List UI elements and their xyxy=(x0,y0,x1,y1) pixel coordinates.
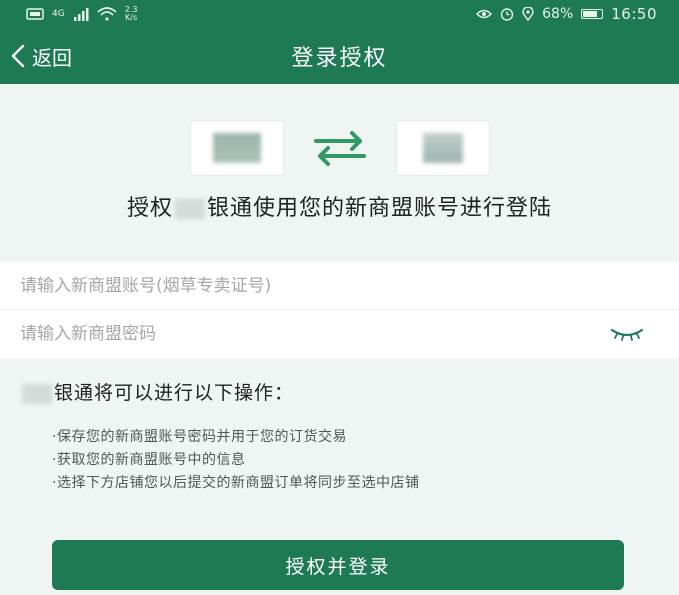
permissions-title-text: 银通将可以进行以下操作： xyxy=(54,382,295,404)
eye-comfort-icon xyxy=(476,9,493,19)
location-icon xyxy=(522,7,534,21)
eye-closed-icon[interactable] xyxy=(609,326,645,342)
status-bar-left: 4G 2.3 K/s xyxy=(26,6,137,22)
app-logo xyxy=(189,120,284,176)
auth-text-suffix: 银通使用您的新商盟账号进行登陆 xyxy=(207,196,553,221)
chevron-left-icon xyxy=(11,44,25,68)
status-bar: 4G 2.3 K/s 68% 16:50 xyxy=(0,0,679,28)
page-title: 登录授权 xyxy=(291,46,388,71)
battery-percent: 68% xyxy=(542,6,574,22)
authorization-description: 授权 银通使用您的新商盟账号进行登陆 xyxy=(0,190,679,222)
network-type: 4G xyxy=(52,9,65,19)
status-time: 16:50 xyxy=(611,5,657,23)
blurred-app-name xyxy=(175,199,205,219)
auth-text-prefix: 授权 xyxy=(126,196,173,221)
back-button[interactable]: 返回 xyxy=(8,36,72,76)
account-field-row xyxy=(0,262,679,310)
login-form xyxy=(0,262,679,358)
network-speed: 2.3 K/s xyxy=(125,6,138,22)
network-speed-unit: K/s xyxy=(125,13,138,22)
alarm-icon xyxy=(500,8,514,21)
status-bar-right: 68% 16:50 xyxy=(476,5,657,23)
blurred-app-name xyxy=(22,383,52,404)
signal-icon xyxy=(73,8,89,21)
partner-logo xyxy=(395,120,490,176)
password-input[interactable] xyxy=(20,324,580,344)
permissions-list: ·保存您的新商盟账号密码并用于您的订货交易 ·获取您的新商盟账号中的信息 ·选择… xyxy=(52,426,419,495)
wifi-icon xyxy=(97,7,117,21)
back-button-label: 返回 xyxy=(32,45,72,70)
nav-bar: 返回 登录授权 xyxy=(0,28,679,84)
swap-arrows-icon xyxy=(313,131,366,166)
password-field-row xyxy=(0,310,679,358)
sim-card-icon xyxy=(26,8,44,20)
logo-row xyxy=(0,118,679,178)
partner-logo-image xyxy=(422,133,463,163)
list-item: ·保存您的新商盟账号密码并用于您的订货交易 xyxy=(52,429,347,445)
app-logo-image xyxy=(212,133,261,163)
battery-icon xyxy=(581,9,604,19)
list-item: ·获取您的新商盟账号中的信息 xyxy=(52,452,246,468)
list-item: ·选择下方店铺您以后提交的新商盟订单将同步至选中店铺 xyxy=(52,475,420,491)
account-input[interactable] xyxy=(20,275,580,296)
permissions-title: 银通将可以进行以下操作： xyxy=(22,378,294,405)
authorize-login-button[interactable]: 授权并登录 xyxy=(52,540,624,590)
